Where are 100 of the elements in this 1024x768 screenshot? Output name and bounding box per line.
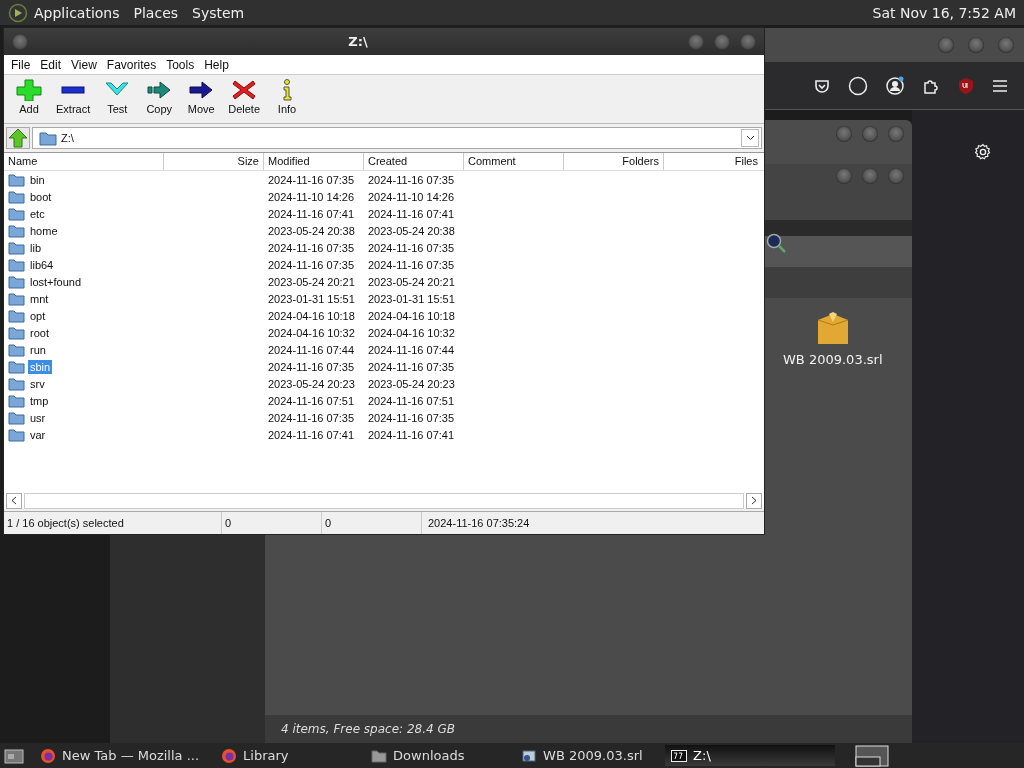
up-button[interactable] <box>6 127 30 149</box>
window-control-icon[interactable] <box>688 33 704 50</box>
workspace-icon[interactable] <box>855 744 890 767</box>
file-name[interactable]: run <box>28 342 48 357</box>
panel-menu[interactable]: Applications <box>34 4 120 21</box>
taskbar-item[interactable]: New Tab — Mozilla ... <box>34 745 206 766</box>
circle-icon[interactable] <box>848 75 868 96</box>
table-cell: 2024-11-16 07:35 <box>268 258 355 271</box>
chevron-left-icon <box>11 496 17 505</box>
window-control-icon[interactable] <box>862 168 878 184</box>
file-name[interactable]: var <box>28 427 48 442</box>
path-field[interactable]: Z:\ <box>32 127 762 149</box>
column-header[interactable]: Size <box>164 153 264 170</box>
table-cell: 2024-11-16 07:44 <box>368 343 455 356</box>
window-title: Z:\ <box>347 34 369 49</box>
menu-item[interactable]: Favorites <box>101 58 162 72</box>
menu-item[interactable]: Edit <box>35 58 67 72</box>
status-text: 4 items, Free space: 28.4 GB <box>265 715 912 743</box>
file-name[interactable]: tmp <box>28 393 51 408</box>
clock[interactable]: Sat Nov 16, 7:52 AM <box>872 4 1016 21</box>
window-control-icon[interactable] <box>836 168 852 184</box>
account-icon[interactable] <box>885 75 905 96</box>
column-header[interactable]: Comment <box>464 153 564 170</box>
column-header[interactable]: Created <box>364 153 464 170</box>
window-control-icon[interactable] <box>862 126 878 142</box>
folder-icon <box>8 189 25 204</box>
logo-icon[interactable] <box>8 2 28 23</box>
column-header[interactable]: Modified <box>264 153 364 170</box>
table-cell: 2024-11-16 07:41 <box>368 207 455 220</box>
taskbar-item[interactable]: WB 2009.03.srl <box>515 745 656 766</box>
status-text: 0 <box>222 512 322 534</box>
menu-item[interactable]: File <box>6 58 36 72</box>
toolbar-button[interactable]: Add <box>8 77 50 121</box>
table-cell: 2024-11-16 07:35 <box>268 173 355 186</box>
window-control-icon[interactable] <box>714 33 730 50</box>
table-cell: 2024-11-16 07:41 <box>268 207 355 220</box>
table-cell: 2024-04-16 10:18 <box>368 309 455 322</box>
plus-icon <box>16 79 42 101</box>
table-cell: 2024-11-16 07:44 <box>268 343 355 356</box>
folder-icon <box>8 206 25 221</box>
file-name[interactable]: home <box>28 223 60 238</box>
scrollbar[interactable] <box>4 492 764 509</box>
scroll-left-button[interactable] <box>6 492 22 509</box>
table-cell: 2024-11-16 07:35 <box>268 360 355 373</box>
window-control-icon[interactable] <box>968 37 984 53</box>
folder-icon <box>8 257 25 272</box>
menu-item[interactable]: Tools <box>161 58 200 72</box>
search-icon[interactable] <box>765 232 787 254</box>
toolbar-button[interactable]: Delete <box>222 77 267 121</box>
table-cell: 2023-05-24 20:21 <box>368 275 455 288</box>
status-text: 2024-11-16 07:35:24 <box>427 516 531 531</box>
file-name[interactable]: root <box>28 325 51 340</box>
column-header[interactable]: Name <box>4 153 164 170</box>
menu-item[interactable]: View <box>66 58 102 72</box>
window-menu-icon[interactable] <box>12 33 28 50</box>
toolbar-button[interactable]: Copy <box>138 77 181 121</box>
toolbar-button[interactable]: Move <box>180 77 223 121</box>
file-name[interactable]: lost+found <box>28 274 84 289</box>
panel-menu[interactable]: Places <box>133 4 179 21</box>
column-header[interactable]: Folders <box>564 153 664 170</box>
column-header[interactable]: Files <box>664 153 762 170</box>
arrow-icon <box>146 79 173 101</box>
dropdown-button[interactable] <box>741 129 759 147</box>
toolbar-button[interactable]: Info <box>266 77 309 121</box>
file-name[interactable]: etc <box>28 206 47 221</box>
scroll-right-button[interactable] <box>746 492 762 509</box>
taskbar-item[interactable]: Downloads <box>365 745 506 766</box>
file-name[interactable]: bin <box>28 172 47 187</box>
file-name[interactable]: mnt <box>28 291 51 306</box>
window-control-icon[interactable] <box>998 37 1014 53</box>
window-control-icon[interactable] <box>888 168 904 184</box>
folder-icon <box>8 274 25 289</box>
settings-icon[interactable] <box>974 143 992 161</box>
window-control-icon[interactable] <box>888 126 904 142</box>
panel-menu[interactable]: System <box>192 4 245 21</box>
file-name[interactable]: boot <box>28 189 54 204</box>
toolbar-button[interactable]: Test <box>96 77 139 121</box>
folder-icon <box>8 291 25 306</box>
window-control-icon[interactable] <box>938 37 954 53</box>
toolbar-button[interactable]: Extract <box>50 77 97 121</box>
taskbar-item[interactable]: Z:\ <box>665 745 836 766</box>
taskbar-item[interactable]: Library <box>215 745 356 766</box>
menu-icon[interactable] <box>992 78 1008 93</box>
file-name[interactable]: usr <box>28 410 48 425</box>
firefox-icon <box>221 747 238 764</box>
folder-icon <box>8 223 25 238</box>
file-name[interactable]: lib64 <box>28 257 56 272</box>
folder-icon <box>8 172 25 187</box>
file-name[interactable]: srv <box>28 376 47 391</box>
folder-icon <box>8 427 25 442</box>
window-control-icon[interactable] <box>740 33 756 50</box>
table-cell: 2023-05-24 20:38 <box>268 224 355 237</box>
file-label[interactable]: WB 2009.03.srl <box>783 352 883 367</box>
window-control-icon[interactable] <box>836 126 852 142</box>
file-name[interactable]: opt <box>28 308 48 323</box>
folder-icon <box>8 308 25 323</box>
file-name[interactable]: lib <box>28 240 43 255</box>
shield-icon[interactable] <box>957 76 975 95</box>
desktop-icon[interactable] <box>4 746 24 765</box>
menu-item[interactable]: Help <box>199 58 234 72</box>
